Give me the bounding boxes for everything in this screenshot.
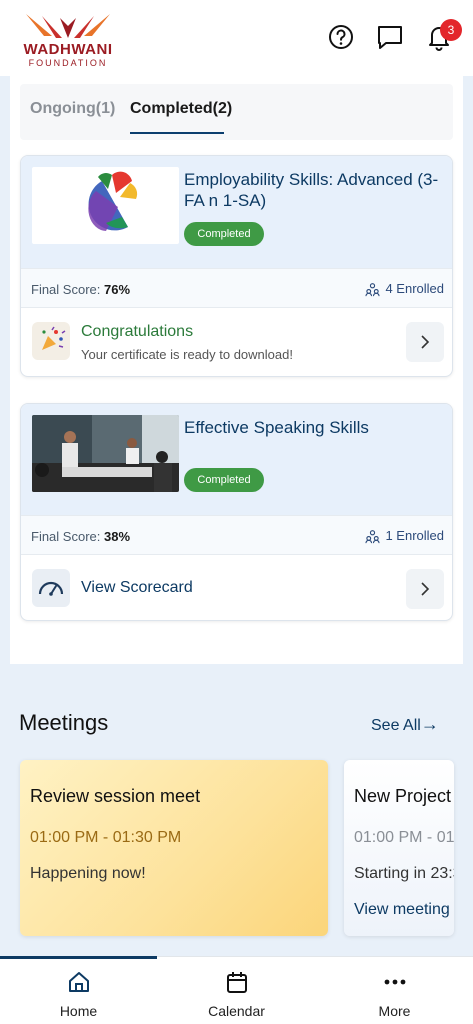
status-badge: Completed <box>184 222 264 246</box>
nav-calendar-label: Calendar <box>208 1003 265 1019</box>
logo-mark-icon <box>26 14 110 38</box>
course-card[interactable]: Employability Skills: Advanced (3-FA n 1… <box>20 155 453 377</box>
view-scorecard-label: View Scorecard <box>81 579 193 596</box>
calendar-icon <box>227 972 247 993</box>
certificate-message: Your certificate is ready to download! <box>81 347 293 362</box>
final-score: Final Score: 76% <box>31 282 130 297</box>
course-thumbnail <box>32 167 179 244</box>
wadhwani-logo: WADHWANI FOUNDATION <box>18 10 118 68</box>
see-all-label: See All <box>371 717 421 734</box>
users-icon <box>365 283 380 297</box>
home-icon <box>69 972 89 992</box>
bottom-nav: Home Calendar More <box>0 956 473 1024</box>
help-icon[interactable] <box>326 22 356 52</box>
arrow-right-icon: → <box>420 714 439 734</box>
confetti-icon <box>32 322 70 360</box>
meeting-time: 01:00 PM - 01:30 PM <box>30 829 182 846</box>
course-card-header: Employability Skills: Advanced (3-FA n 1… <box>21 156 452 268</box>
chevron-right-icon <box>421 582 430 596</box>
course-card[interactable]: Effective Speaking Skills Completed Fina… <box>20 403 453 621</box>
course-title[interactable]: Employability Skills: Advanced (3-FA n 1… <box>184 169 446 211</box>
status-badge: Completed <box>184 468 264 492</box>
final-score: Final Score: 38% <box>31 529 130 544</box>
enrolled-count: 4 Enrolled <box>365 281 444 297</box>
course-thumbnail <box>32 415 179 492</box>
logo-text: WADHWANI <box>23 41 113 58</box>
nav-more[interactable]: More <box>316 957 473 1024</box>
courses-panel: Ongoing(1) Completed(2) Employability Sk… <box>10 76 463 664</box>
notification-badge: 3 <box>440 19 462 41</box>
nav-calendar[interactable]: Calendar <box>158 957 315 1024</box>
app-header: WADHWANI FOUNDATION 3 <box>0 0 473 76</box>
certificate-row[interactable]: Congratulations Your certificate is read… <box>21 308 452 376</box>
active-tab-indicator <box>130 132 224 134</box>
chevron-right-icon <box>421 335 430 349</box>
meeting-title: New Project <box>354 786 452 806</box>
view-meeting-link[interactable]: View meeting <box>354 901 450 919</box>
scorecard-row[interactable]: View Scorecard <box>21 555 452 620</box>
final-score-value: 76% <box>104 282 131 297</box>
enrolled-text: 1 Enrolled <box>385 528 444 543</box>
enrolled-count: 1 Enrolled <box>365 528 444 544</box>
view-scorecard-button[interactable] <box>406 569 444 609</box>
nav-home-label: Home <box>59 1003 98 1019</box>
course-logo-icon <box>88 171 138 231</box>
course-card-header: Effective Speaking Skills Completed <box>21 404 452 516</box>
meetings-heading: Meetings <box>19 710 109 735</box>
score-row: Final Score: 76% 4 Enrolled <box>21 268 452 308</box>
tab-completed[interactable]: Completed(2) <box>130 100 232 118</box>
logo-subtext: FOUNDATION <box>28 58 108 68</box>
tab-ongoing[interactable]: Ongoing(1) <box>30 100 115 118</box>
chat-icon[interactable] <box>375 22 405 52</box>
final-score-value: 38% <box>104 529 131 544</box>
final-score-label: Final Score: <box>31 282 101 297</box>
course-tabs: Ongoing(1) Completed(2) <box>20 84 453 140</box>
meeting-status: Starting in 23:3 <box>354 865 454 882</box>
nav-home[interactable]: Home <box>0 957 157 1024</box>
meeting-card[interactable]: New Project 01:00 PM - 01: Starting in 2… <box>344 760 454 936</box>
open-certificate-button[interactable] <box>406 322 444 362</box>
final-score-label: Final Score: <box>31 529 101 544</box>
enrolled-text: 4 Enrolled <box>385 281 444 296</box>
see-all-link[interactable]: See All→ <box>371 714 439 735</box>
meeting-title: Review session meet <box>30 786 201 806</box>
gauge-icon <box>32 569 70 607</box>
users-icon <box>365 530 380 544</box>
classroom-photo-icon <box>32 415 179 492</box>
more-icon <box>384 979 406 985</box>
course-title[interactable]: Effective Speaking Skills <box>184 417 446 438</box>
congratulations-title: Congratulations <box>81 323 194 340</box>
nav-more-label: More <box>378 1003 411 1019</box>
score-row: Final Score: 38% 1 Enrolled <box>21 515 452 555</box>
meeting-time: 01:00 PM - 01: <box>354 829 454 846</box>
meeting-status: Happening now! <box>30 865 146 882</box>
meeting-card[interactable]: Review session meet 01:00 PM - 01:30 PM … <box>20 760 328 936</box>
